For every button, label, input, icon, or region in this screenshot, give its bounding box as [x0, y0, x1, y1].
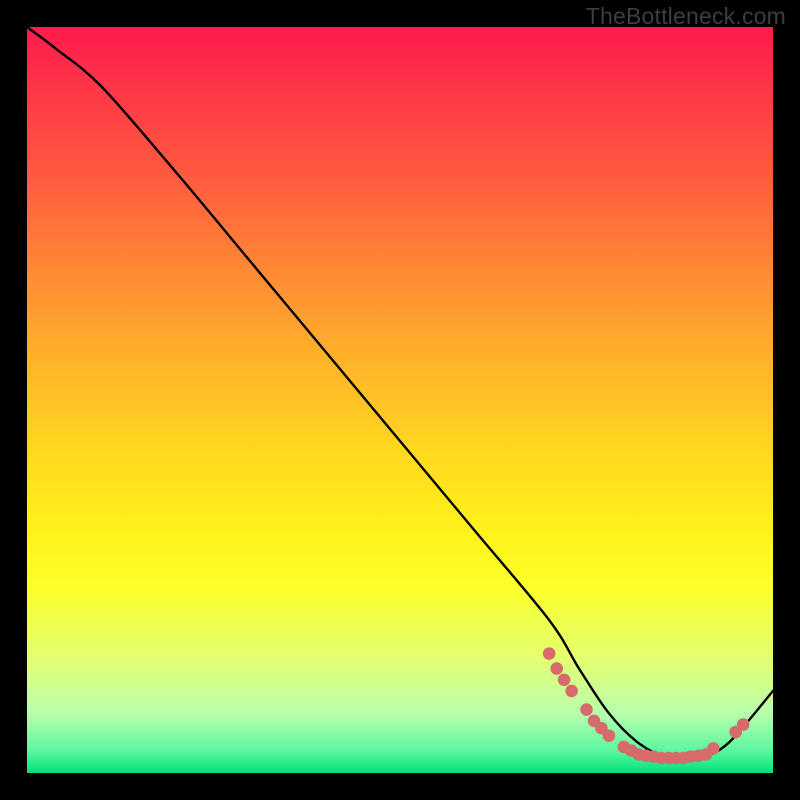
- data-marker: [603, 729, 616, 742]
- data-marker: [543, 647, 556, 660]
- curve-svg: [27, 27, 773, 773]
- data-marker: [565, 685, 578, 698]
- chart-frame: TheBottleneck.com: [0, 0, 800, 800]
- data-markers: [543, 647, 750, 764]
- data-marker: [707, 742, 720, 755]
- plot-area: [27, 27, 773, 773]
- data-marker: [580, 703, 593, 716]
- data-marker: [558, 674, 571, 687]
- data-marker: [550, 662, 563, 675]
- watermark-text: TheBottleneck.com: [586, 3, 786, 30]
- data-marker: [737, 718, 750, 731]
- bottleneck-curve: [27, 27, 773, 760]
